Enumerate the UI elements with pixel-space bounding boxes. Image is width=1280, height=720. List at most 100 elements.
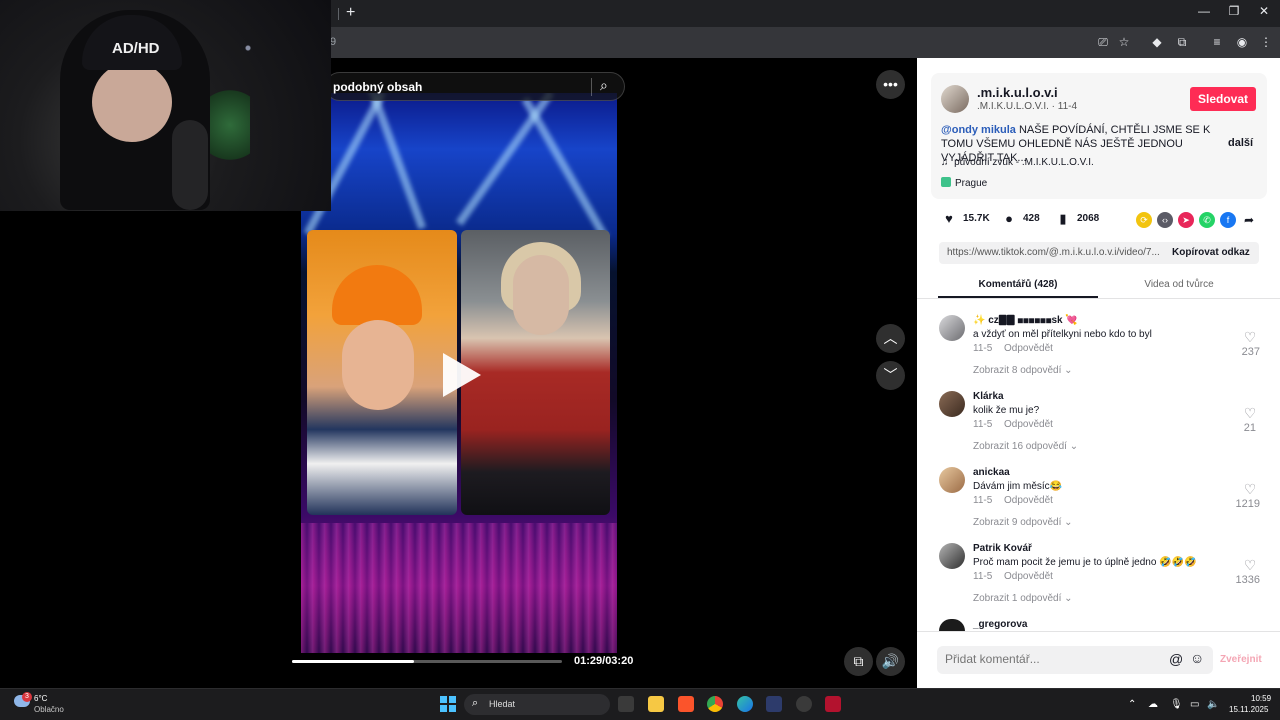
onedrive-icon[interactable]: ☁ [1148, 699, 1158, 710]
chevron-down-icon[interactable]: ﹀ [876, 361, 905, 390]
chrome-icon[interactable] [707, 696, 723, 712]
comment-author[interactable]: anickaa [973, 467, 1010, 478]
share-arrow-icon[interactable]: ➦ [1241, 212, 1257, 228]
comment-like-icon[interactable]: ♡ [1240, 405, 1260, 422]
reading-list-icon[interactable]: ≡ [1208, 33, 1226, 51]
network-icon[interactable]: ▭ [1190, 699, 1199, 710]
profile-icon[interactable]: ◉ [1233, 33, 1251, 51]
comment-avatar[interactable] [939, 543, 965, 569]
view-replies-button[interactable]: Zobrazit 8 odpovědí ⌄ [973, 365, 1073, 376]
view-replies-label: Zobrazit 1 odpovědí [973, 593, 1062, 604]
bookmark-star-icon[interactable]: ☆ [1115, 33, 1133, 51]
comment-icon[interactable]: ● [1002, 212, 1016, 226]
video-progress-fill [292, 660, 414, 663]
comment-avatar[interactable] [939, 467, 965, 493]
microphone-icon[interactable]: 🎙 [1170, 699, 1183, 710]
whatsapp-icon[interactable]: ✆ [1199, 212, 1215, 228]
comment-author[interactable]: ✨ cz🀫🀫 ◼◼◼◼◼◼sk 💘 [973, 315, 1078, 326]
video-time: 01:29/03:20 [574, 655, 634, 667]
reply-button[interactable]: Odpovědět [1004, 495, 1053, 506]
person-face [342, 320, 414, 410]
speaker-icon[interactable]: 🔈 [1207, 699, 1219, 710]
chevron-down-icon: ⌄ [1064, 593, 1073, 604]
sound-link[interactable]: ♫ původní zvuk - .M.I.K.U.L.O.V.I. [941, 157, 1094, 168]
bookmark-icon[interactable]: ▮ [1056, 212, 1070, 226]
search-icon[interactable]: ⌕ [600, 77, 608, 94]
tray-chevron-up-icon[interactable]: ⌃ [1128, 699, 1136, 710]
comment-avatar[interactable] [939, 391, 965, 417]
more-link[interactable]: další [1228, 137, 1253, 149]
location-link[interactable]: Prague [941, 177, 987, 189]
copy-link-button[interactable]: Kopírovat odkaz [1172, 247, 1250, 258]
tab-creator-videos[interactable]: Videa od tvůrce [1099, 279, 1259, 290]
reply-button[interactable]: Odpovědět [1004, 343, 1053, 354]
follow-button[interactable]: Sledovat [1190, 87, 1256, 111]
edge-icon[interactable] [737, 696, 753, 712]
extensions-puzzle-icon[interactable]: ⧉ [1173, 33, 1191, 51]
comment-like-icon[interactable]: ♡ [1240, 329, 1260, 346]
steam-icon[interactable] [796, 696, 812, 712]
reply-button[interactable]: Odpovědět [1004, 419, 1053, 430]
author-avatar[interactable] [941, 85, 969, 113]
comment-author[interactable]: Patrik Kovář [973, 543, 1032, 554]
file-explorer-icon[interactable] [648, 696, 664, 712]
comment-author[interactable]: _gregorova [973, 619, 1027, 630]
view-replies-button[interactable]: Zobrazit 9 odpovědí ⌄ [973, 517, 1073, 528]
microphone [172, 120, 208, 210]
share-link-box: https://www.tiktok.com/@.m.i.k.u.l.o.v.i… [939, 242, 1259, 264]
post-comment-button[interactable]: Zveřejnit [1220, 654, 1262, 665]
similar-content-search[interactable]: podobný obsah ⌕ [325, 72, 625, 101]
plant [210, 80, 250, 170]
facebook-icon[interactable]: f [1220, 212, 1236, 228]
author-name[interactable]: .m.i.k.u.l.o.v.i [977, 85, 1058, 100]
emoji-icon[interactable]: ☺ [1190, 650, 1204, 666]
reply-button[interactable]: Odpovědět [1004, 571, 1053, 582]
author-subtitle: .M.I.K.U.L.O.V.I. · 11-4 [977, 101, 1078, 112]
send-icon[interactable]: ➤ [1178, 212, 1194, 228]
streamer-head [92, 62, 172, 142]
comment-text: Dávám jim měsíc😂 [973, 481, 1063, 492]
comment-like-icon[interactable]: ♡ [1240, 557, 1260, 574]
minimize-icon[interactable]: — [1194, 4, 1214, 18]
restore-icon[interactable]: ❐ [1224, 4, 1244, 18]
mention-link[interactable]: @ondy mikula [941, 124, 1016, 136]
orange-cap [332, 265, 422, 325]
repost-icon[interactable]: ⟳ [1136, 212, 1152, 228]
voicemeeter-icon[interactable] [825, 696, 841, 712]
view-replies-button[interactable]: Zobrazit 1 odpovědí ⌄ [973, 593, 1073, 604]
close-window-icon[interactable]: ✕ [1254, 4, 1274, 18]
chevron-up-icon[interactable]: ︿ [876, 324, 905, 353]
new-tab-button[interactable]: + [346, 4, 355, 22]
brave-browser-icon[interactable] [678, 696, 694, 712]
share-link-url[interactable]: https://www.tiktok.com/@.m.i.k.u.l.o.v.i… [947, 247, 1160, 258]
chevron-down-icon: ⌄ [1064, 517, 1073, 528]
start-button[interactable] [440, 696, 456, 712]
comment-like-count: 1219 [1235, 498, 1260, 510]
menu-kebab-icon[interactable]: ⋮ [1257, 33, 1275, 51]
weather-temperature[interactable]: 6°C [34, 694, 47, 703]
mention-at-icon[interactable]: @ [1169, 651, 1183, 667]
view-replies-button[interactable]: Zobrazit 16 odpovědí ⌄ [973, 441, 1078, 452]
sound-label: původní zvuk - .M.I.K.U.L.O.V.I. [954, 157, 1094, 168]
install-app-icon[interactable]: ⎚ [1094, 33, 1112, 51]
comment-avatar[interactable] [939, 315, 965, 341]
heart-icon[interactable]: ♥ [942, 212, 956, 226]
taskbar-date[interactable]: 15.11.2025 [1229, 705, 1268, 714]
comment-author[interactable]: Klárka [973, 391, 1004, 402]
weather-description[interactable]: Oblačno [34, 705, 64, 714]
play-icon[interactable] [443, 353, 481, 397]
volume-icon[interactable]: 🔊 [876, 647, 905, 676]
comment-like-icon[interactable]: ♡ [1240, 481, 1260, 498]
embed-icon[interactable]: ‹› [1157, 212, 1173, 228]
more-options-icon[interactable]: ••• [876, 70, 905, 99]
floating-player-icon[interactable]: ⧉ [844, 647, 873, 676]
comment-date: 11-5 [973, 495, 993, 506]
taskbar-search[interactable]: ⌕ Hledat [464, 694, 610, 715]
extension-diamond-icon[interactable]: ◆ [1148, 33, 1166, 51]
kick-app-icon[interactable] [766, 696, 782, 712]
taskbar-time[interactable]: 10:59 [1251, 694, 1271, 703]
tab-comments[interactable]: Komentářů (428) [938, 279, 1098, 290]
task-view-icon[interactable] [618, 696, 634, 712]
comment-input[interactable] [945, 652, 1165, 666]
comment-text: a vždyť on měl přítelkyni nebo kdo to by… [973, 329, 1152, 340]
